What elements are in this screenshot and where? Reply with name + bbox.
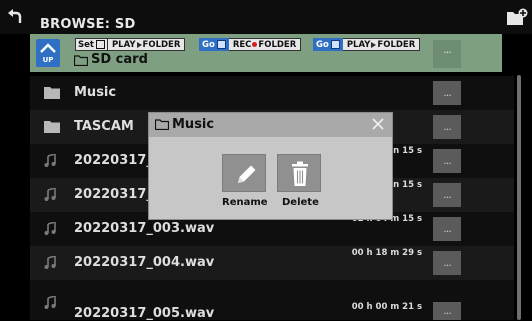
chip-main: PLAY FOLDER	[107, 38, 186, 51]
folder-icon	[155, 119, 169, 130]
new-folder-icon[interactable]	[506, 8, 528, 26]
trash-icon	[292, 161, 308, 186]
go-prefix: Go	[199, 38, 229, 51]
list-item[interactable]: Music ...	[30, 76, 514, 110]
go-rec-folder-button[interactable]: Go REC FOLDER	[199, 38, 302, 51]
folder-icon	[44, 121, 60, 133]
chip-main: PLAY FOLDER	[342, 38, 421, 51]
file-duration: n 15 s	[393, 180, 422, 190]
row-menu-button[interactable]: ...	[433, 81, 461, 105]
folder-up-button[interactable]: UP	[36, 39, 60, 67]
more-icon: ...	[443, 256, 452, 269]
chip-main: REC FOLDER	[228, 38, 302, 51]
folder-icon	[44, 87, 60, 99]
page-title: BROWSE: SD	[40, 17, 136, 32]
file-duration: n 15 s	[393, 146, 422, 156]
current-folder-name: SD card	[91, 52, 148, 67]
more-icon: ...	[443, 154, 452, 167]
pencil-icon	[238, 165, 256, 183]
file-name: Music	[74, 85, 117, 100]
play-triangle-icon	[371, 41, 377, 48]
dialog-title: Music	[172, 117, 215, 132]
set-icon	[95, 40, 105, 49]
delete-label: Delete	[282, 197, 319, 208]
chip-label-b: FOLDER	[377, 39, 416, 50]
folder-action-dialog: Music Rename Delete	[148, 112, 393, 220]
chip-label-a: PLAY	[111, 39, 136, 50]
go-play-folder-button[interactable]: Go PLAY FOLDER	[313, 38, 421, 51]
chip-label-a: PLAY	[346, 39, 371, 50]
more-icon: ...	[443, 120, 452, 133]
chip-label-b: FOLDER	[142, 39, 181, 50]
file-name: 20220317_003.wav	[74, 221, 215, 236]
row-menu-button[interactable]: ...	[433, 115, 461, 139]
list-item[interactable]: 20220317_004.wav 00 h 18 m 29 s ...	[30, 246, 514, 280]
music-note-icon	[44, 296, 56, 309]
rename-label: Rename	[222, 197, 268, 208]
file-name: 20220317_005.wav	[74, 306, 215, 321]
rename-button[interactable]	[222, 154, 266, 192]
file-duration: 00 h 00 m 21 s	[351, 302, 422, 312]
list-item[interactable]: 20220317_005.wav 00 h 00 m 21 s ...	[30, 280, 514, 321]
set-prefix-label: Set	[78, 39, 94, 50]
shortcut-menu-button[interactable]: ...	[433, 40, 461, 68]
folder-icon	[74, 55, 88, 66]
file-duration: 00 h 18 m 29 s	[351, 248, 422, 258]
row-menu-button[interactable]: ...	[433, 149, 461, 173]
row-menu-button[interactable]: ...	[433, 251, 461, 275]
close-icon[interactable]	[370, 116, 386, 132]
play-triangle-icon	[136, 41, 142, 48]
more-icon: ...	[443, 188, 452, 201]
scrollbar[interactable]	[517, 75, 521, 320]
up-chevron-icon	[40, 43, 56, 53]
back-arrow-icon[interactable]	[6, 8, 26, 26]
more-icon: ...	[443, 86, 452, 99]
delete-button[interactable]	[277, 154, 321, 192]
chip-label-a: REC	[232, 39, 252, 50]
file-name: TASCAM	[74, 119, 134, 134]
go-prefix: Go	[313, 38, 343, 51]
up-label: UP	[42, 56, 54, 64]
rec-dot-icon	[252, 42, 258, 47]
more-icon: ...	[443, 43, 452, 56]
music-note-icon	[44, 256, 56, 269]
row-menu-button[interactable]: ...	[433, 302, 461, 320]
music-note-icon	[44, 154, 56, 167]
file-name: 20220317_004.wav	[74, 255, 215, 270]
go-prefix-label: Go	[316, 39, 329, 50]
row-menu-button[interactable]: ...	[433, 183, 461, 207]
set-prefix: Set	[75, 38, 108, 51]
go-icon	[216, 40, 226, 49]
set-play-folder-button[interactable]: Set PLAY FOLDER	[75, 38, 186, 51]
go-icon	[330, 40, 340, 49]
more-icon: ...	[443, 222, 452, 235]
row-menu-button[interactable]: ...	[433, 217, 461, 241]
go-prefix-label: Go	[202, 39, 215, 50]
music-note-icon	[44, 222, 56, 235]
more-icon: ...	[443, 304, 452, 317]
chip-label-b: FOLDER	[258, 39, 297, 50]
music-note-icon	[44, 188, 56, 201]
